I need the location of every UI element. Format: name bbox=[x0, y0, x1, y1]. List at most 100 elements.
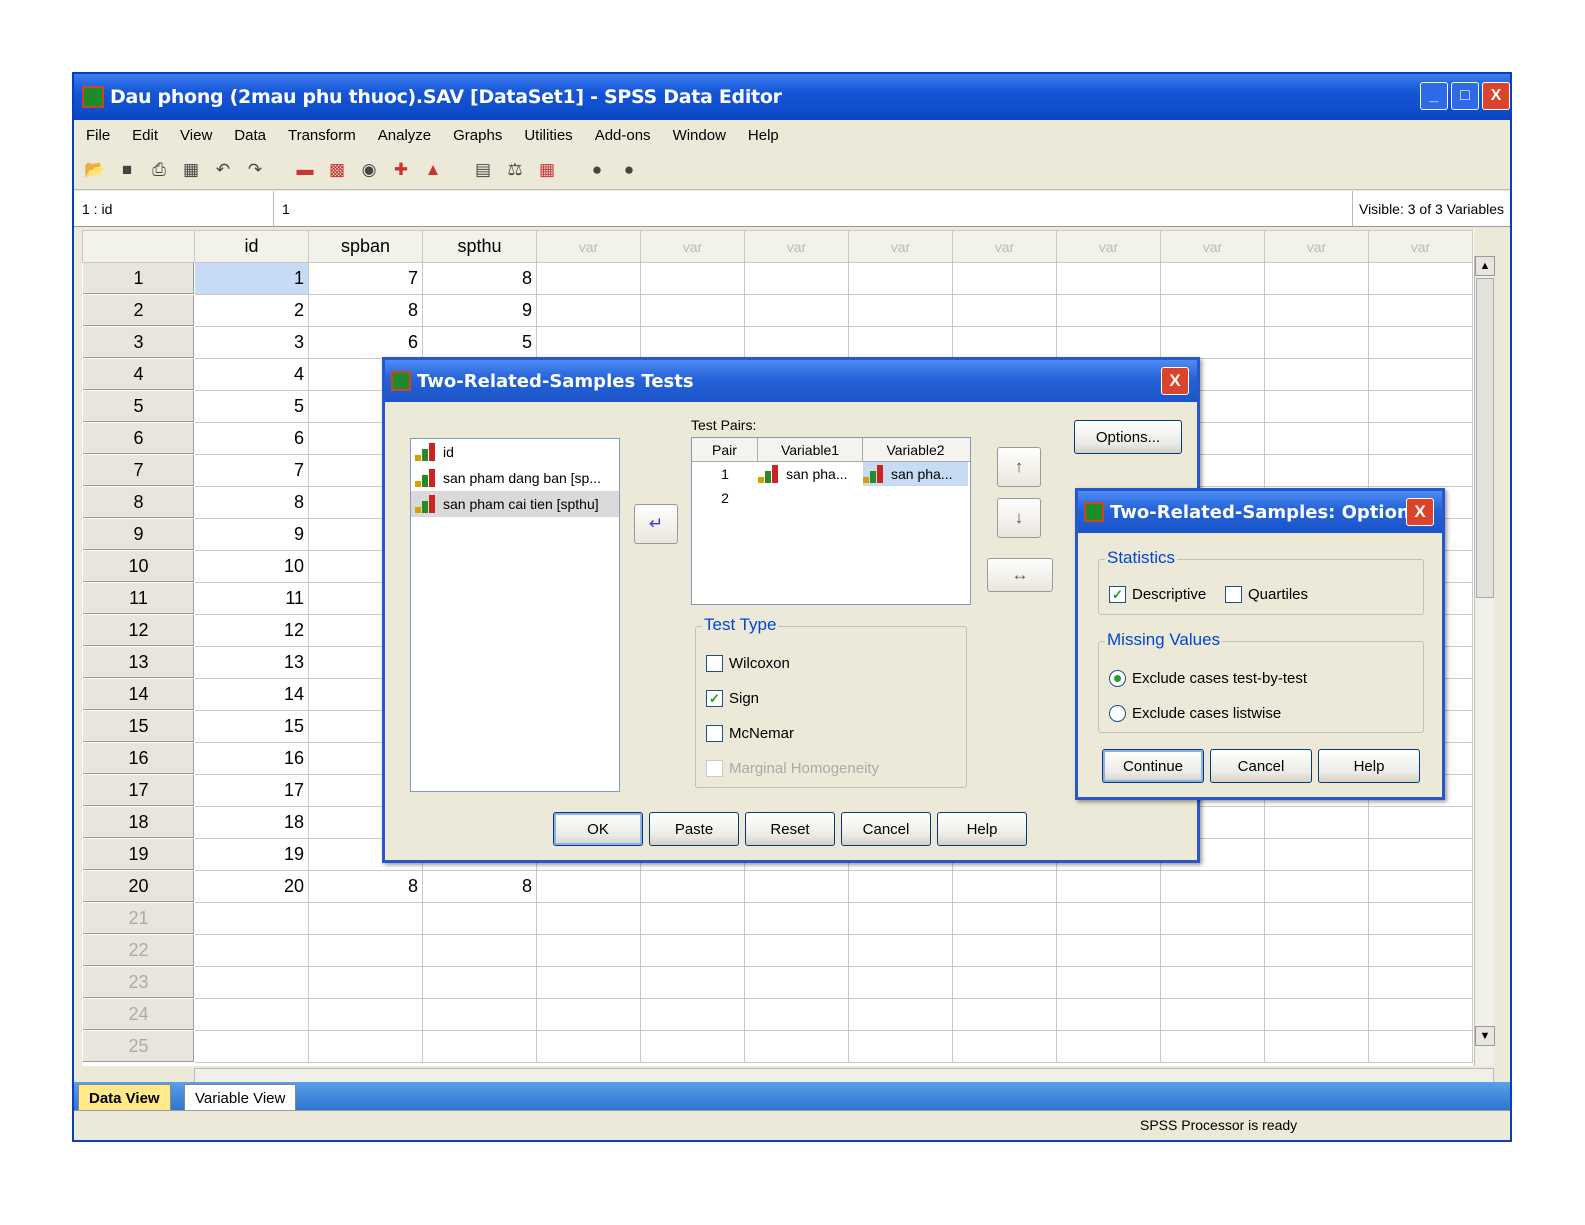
empty-cell[interactable] bbox=[536, 870, 641, 903]
cell-id[interactable]: 4 bbox=[194, 358, 309, 391]
row-header[interactable]: 2 bbox=[82, 294, 195, 327]
empty-cell[interactable] bbox=[1264, 806, 1369, 839]
empty-cell[interactable] bbox=[1368, 454, 1473, 487]
cell-id[interactable]: 19 bbox=[194, 838, 309, 871]
empty-cell[interactable] bbox=[1056, 294, 1161, 327]
pair-variable1[interactable]: san pha... bbox=[758, 462, 863, 486]
empty-cell[interactable] bbox=[1264, 358, 1369, 391]
empty-cell[interactable] bbox=[1368, 422, 1473, 455]
weight-cases-icon[interactable]: ⚖ bbox=[502, 157, 528, 183]
cell-spthu[interactable] bbox=[422, 1030, 537, 1063]
empty-cell[interactable] bbox=[952, 1030, 1057, 1063]
cell-id[interactable]: 11 bbox=[194, 582, 309, 615]
empty-cell[interactable] bbox=[640, 902, 745, 935]
cell-id[interactable]: 16 bbox=[194, 742, 309, 775]
cell-id[interactable]: 9 bbox=[194, 518, 309, 551]
row-header[interactable]: 3 bbox=[82, 326, 195, 359]
empty-cell[interactable] bbox=[640, 262, 745, 295]
empty-cell[interactable] bbox=[1264, 1030, 1369, 1063]
cell-id[interactable]: 3 bbox=[194, 326, 309, 359]
empty-cell[interactable] bbox=[744, 966, 849, 999]
empty-cell[interactable] bbox=[1056, 262, 1161, 295]
options-cancel-button[interactable]: Cancel bbox=[1210, 749, 1312, 783]
empty-cell[interactable] bbox=[1368, 358, 1473, 391]
empty-cell[interactable] bbox=[1056, 902, 1161, 935]
empty-column-header[interactable]: var bbox=[1264, 230, 1369, 263]
quartiles-checkbox[interactable]: Quartiles bbox=[1225, 586, 1308, 603]
open-icon[interactable]: 📂 bbox=[82, 157, 108, 183]
row-header[interactable]: 12 bbox=[82, 614, 195, 647]
empty-cell[interactable] bbox=[1056, 998, 1161, 1031]
swap-variables-button[interactable]: ↔ bbox=[987, 558, 1053, 592]
empty-cell[interactable] bbox=[1264, 870, 1369, 903]
cell-id[interactable]: 14 bbox=[194, 678, 309, 711]
cell-spban[interactable] bbox=[308, 998, 423, 1031]
empty-cell[interactable] bbox=[1056, 934, 1161, 967]
cell-id[interactable] bbox=[194, 934, 309, 967]
print-icon[interactable]: ⎙ bbox=[146, 157, 172, 183]
empty-cell[interactable] bbox=[536, 934, 641, 967]
empty-cell[interactable] bbox=[1368, 326, 1473, 359]
help-button[interactable]: Help bbox=[937, 812, 1027, 846]
tab-variable-view[interactable]: Variable View bbox=[184, 1084, 297, 1112]
cell-id[interactable] bbox=[194, 902, 309, 935]
row-header[interactable]: 16 bbox=[82, 742, 195, 775]
empty-cell[interactable] bbox=[1368, 806, 1473, 839]
menu-data[interactable]: Data bbox=[234, 127, 266, 144]
menu-edit[interactable]: Edit bbox=[132, 127, 158, 144]
empty-cell[interactable] bbox=[1264, 262, 1369, 295]
list-item[interactable]: id bbox=[411, 439, 619, 465]
cell-spthu[interactable] bbox=[422, 998, 537, 1031]
empty-cell[interactable] bbox=[848, 902, 953, 935]
empty-cell[interactable] bbox=[536, 966, 641, 999]
test-pairs-table[interactable]: Pair Variable1 Variable2 1 san pha... sa… bbox=[691, 437, 971, 605]
row-header[interactable]: 25 bbox=[82, 1030, 195, 1063]
empty-cell[interactable] bbox=[1264, 422, 1369, 455]
menu-window[interactable]: Window bbox=[673, 127, 726, 144]
find-icon[interactable]: ◉ bbox=[356, 157, 382, 183]
row-header[interactable]: 23 bbox=[82, 966, 195, 999]
reset-button[interactable]: Reset bbox=[745, 812, 835, 846]
empty-cell[interactable] bbox=[536, 262, 641, 295]
empty-cell[interactable] bbox=[744, 934, 849, 967]
cell-id[interactable]: 2 bbox=[194, 294, 309, 327]
empty-cell[interactable] bbox=[1368, 1030, 1473, 1063]
cell-value-input[interactable]: 1 bbox=[274, 201, 1352, 217]
cell-id[interactable]: 10 bbox=[194, 550, 309, 583]
empty-cell[interactable] bbox=[1160, 262, 1265, 295]
cell-id[interactable]: 18 bbox=[194, 806, 309, 839]
cell-id[interactable] bbox=[194, 998, 309, 1031]
options-help-button[interactable]: Help bbox=[1318, 749, 1420, 783]
close-button[interactable]: X bbox=[1482, 82, 1510, 110]
menu-help[interactable]: Help bbox=[748, 127, 779, 144]
insert-variable-icon[interactable]: ▲ bbox=[420, 157, 446, 183]
empty-cell[interactable] bbox=[744, 870, 849, 903]
redo-icon[interactable]: ↷ bbox=[242, 157, 268, 183]
empty-cell[interactable] bbox=[952, 934, 1057, 967]
empty-cell[interactable] bbox=[1264, 838, 1369, 871]
empty-cell[interactable] bbox=[952, 294, 1057, 327]
cell-spthu[interactable] bbox=[422, 966, 537, 999]
empty-cell[interactable] bbox=[848, 870, 953, 903]
dialog-recall-icon[interactable]: ▦ bbox=[178, 157, 204, 183]
cell-id[interactable]: 6 bbox=[194, 422, 309, 455]
menu-file[interactable]: File bbox=[86, 127, 110, 144]
wilcoxon-checkbox[interactable]: Wilcoxon bbox=[706, 655, 790, 672]
empty-cell[interactable] bbox=[1264, 454, 1369, 487]
ok-button[interactable]: OK bbox=[553, 812, 643, 846]
cell-spban[interactable]: 8 bbox=[308, 870, 423, 903]
cell-spthu[interactable]: 8 bbox=[422, 870, 537, 903]
row-header[interactable]: 22 bbox=[82, 934, 195, 967]
column-header-spthu[interactable]: spthu bbox=[422, 230, 537, 263]
empty-cell[interactable] bbox=[536, 998, 641, 1031]
row-header[interactable]: 24 bbox=[82, 998, 195, 1031]
empty-cell[interactable] bbox=[1368, 870, 1473, 903]
scroll-down-icon[interactable]: ▼ bbox=[1475, 1026, 1495, 1046]
cell-spban[interactable] bbox=[308, 1030, 423, 1063]
empty-cell[interactable] bbox=[952, 326, 1057, 359]
empty-cell[interactable] bbox=[1264, 966, 1369, 999]
grid-corner[interactable] bbox=[82, 230, 195, 263]
row-header[interactable]: 8 bbox=[82, 486, 195, 519]
row-header[interactable]: 11 bbox=[82, 582, 195, 615]
empty-cell[interactable] bbox=[536, 902, 641, 935]
